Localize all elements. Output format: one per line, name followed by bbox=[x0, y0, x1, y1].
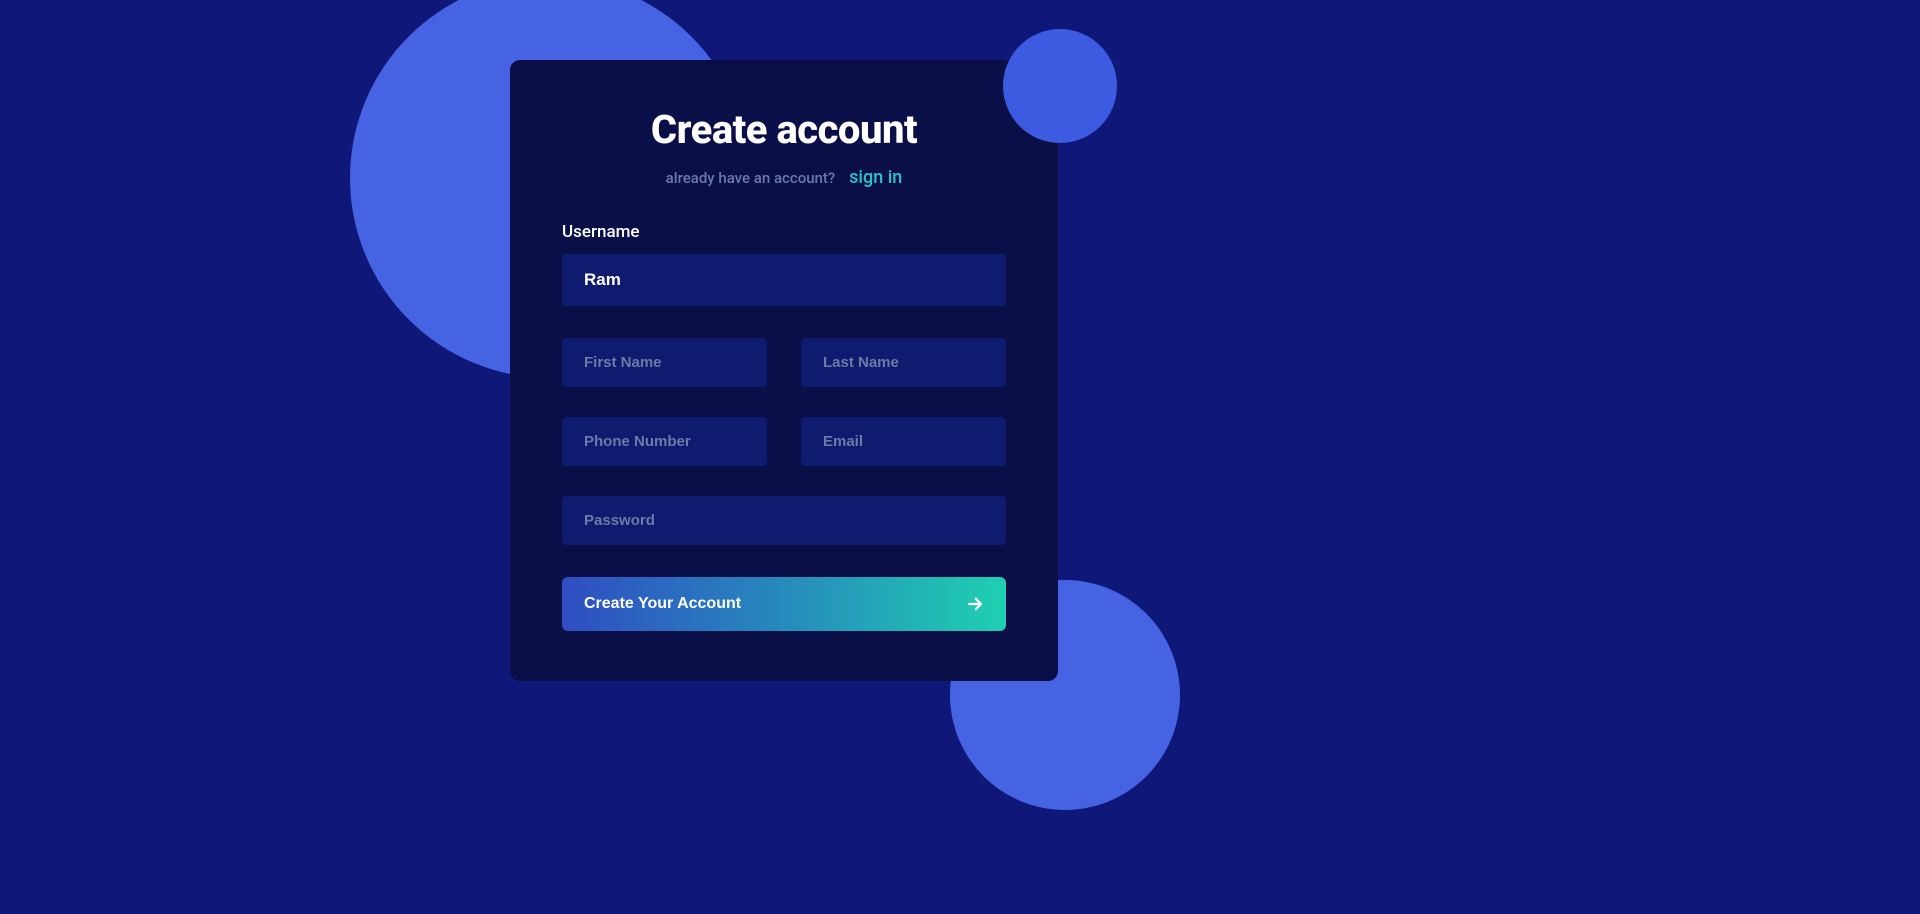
arrow-right-icon bbox=[966, 595, 984, 613]
signup-card: Create account already have an account? … bbox=[510, 60, 1058, 681]
password-input[interactable] bbox=[562, 496, 1006, 545]
submit-button-label: Create Your Account bbox=[584, 595, 741, 613]
page-title: Create account bbox=[562, 106, 1006, 153]
username-input[interactable] bbox=[562, 254, 1006, 306]
contact-row bbox=[562, 417, 1006, 466]
signin-prompt-text: already have an account? bbox=[666, 169, 836, 187]
phone-input[interactable] bbox=[562, 417, 767, 466]
first-name-input[interactable] bbox=[562, 338, 767, 387]
password-field-group bbox=[562, 496, 1006, 545]
name-row bbox=[562, 338, 1006, 387]
create-account-button[interactable]: Create Your Account bbox=[562, 577, 1006, 631]
last-name-input[interactable] bbox=[801, 338, 1006, 387]
email-input[interactable] bbox=[801, 417, 1006, 466]
username-field-group: Username bbox=[562, 222, 1006, 306]
decorative-circle-top-right bbox=[1003, 29, 1117, 143]
signin-link[interactable]: sign in bbox=[849, 167, 902, 188]
username-label: Username bbox=[562, 222, 1006, 242]
signin-row: already have an account? sign in bbox=[562, 167, 1006, 188]
